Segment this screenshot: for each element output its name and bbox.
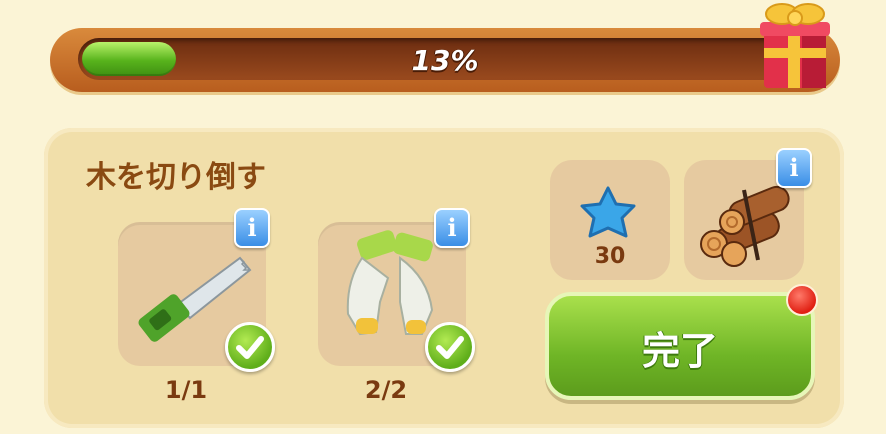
gloves-count: 2/2 — [364, 376, 408, 404]
info-button-gloves[interactable]: i — [434, 208, 470, 248]
saw-check-icon — [225, 322, 275, 372]
reward-slot-star[interactable]: 30 — [550, 160, 670, 280]
progress-bar: 13% — [50, 28, 840, 92]
info-button-logs[interactable]: i — [776, 148, 812, 188]
task-title: 木を切り倒す — [86, 160, 266, 195]
progress-label: 13% — [411, 44, 479, 77]
complete-button-label: 完了 — [641, 329, 718, 373]
star-amount: 30 — [594, 244, 626, 269]
saw-count: 1/1 — [164, 376, 208, 404]
gloves-check-icon — [425, 322, 475, 372]
notification-dot — [786, 284, 818, 316]
gift-box-icon[interactable] — [752, 0, 836, 92]
complete-button[interactable]: 完了 — [545, 292, 815, 400]
info-button-saw[interactable]: i — [234, 208, 270, 248]
progress-track: 13% — [78, 38, 812, 80]
